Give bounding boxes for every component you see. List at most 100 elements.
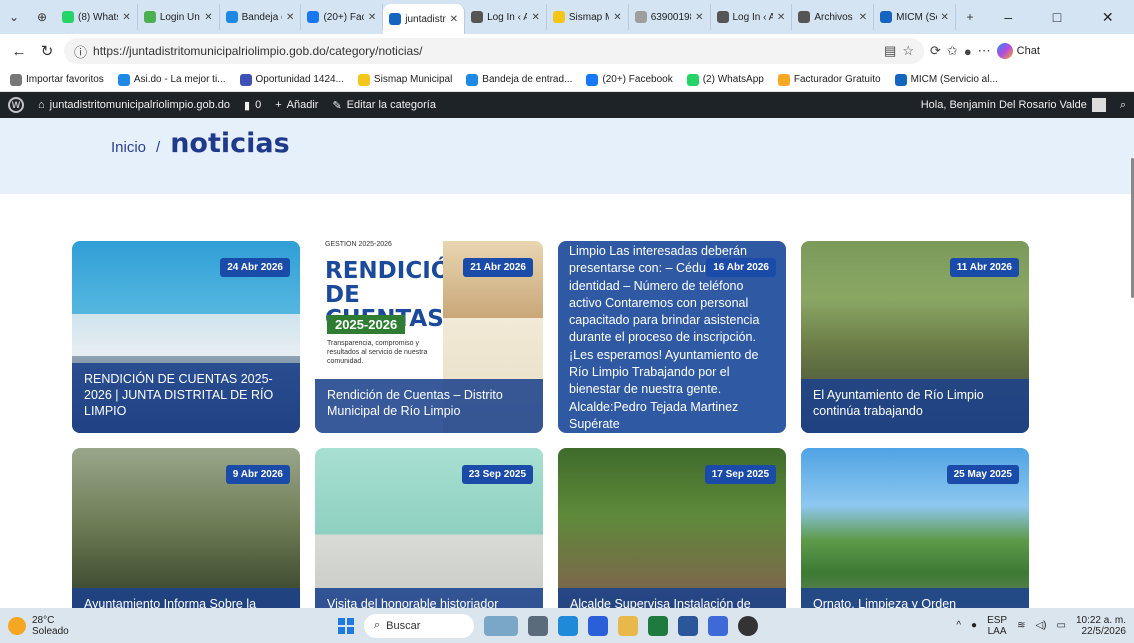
tray-app-icon[interactable]: ● [971, 620, 977, 631]
chevron-up-icon[interactable]: ^ [956, 620, 961, 631]
news-title[interactable]: Ayuntamiento Informa Sobre la [72, 588, 300, 608]
news-card[interactable]: 24 Abr 2026 RENDICIÓN DE CUENTAS 2025-20… [72, 241, 300, 433]
favorite-link[interactable]: Importar favoritos [10, 73, 104, 86]
favorite-link[interactable]: Sismap Municipal [357, 73, 452, 86]
dell-icon[interactable] [738, 615, 758, 636]
reader-icon[interactable]: ▤ [884, 43, 896, 59]
task-view-icon[interactable] [528, 615, 548, 636]
taskbar-search[interactable]: ⌕ Buscar [364, 613, 474, 638]
page-title: noticias [170, 128, 290, 159]
browser-tab[interactable]: Archivos ✕ [792, 4, 875, 30]
news-title[interactable]: Rendición de Cuentas – Distrito Municipa… [315, 379, 543, 433]
wifi-icon[interactable]: ≋ [1017, 620, 1025, 631]
file-explorer-icon[interactable] [618, 615, 638, 636]
site-info-icon[interactable]: ⓘ [74, 42, 87, 61]
news-title[interactable]: Visita del honorable historiador [315, 588, 543, 608]
word-icon[interactable] [678, 615, 698, 636]
favorite-star-icon[interactable]: ☆ [902, 43, 914, 59]
language-indicator[interactable]: ESP LAA [987, 615, 1007, 637]
more-menu-icon[interactable]: ⋯ [978, 43, 991, 59]
browser-tab[interactable]: juntadistrito ✕ [383, 4, 466, 34]
chrome-icon[interactable] [588, 615, 608, 636]
refresh-icon[interactable]: ↻ [36, 42, 58, 60]
news-card[interactable]: Limpio Las interesadas deberán presentar… [558, 241, 786, 433]
browser-tab[interactable]: Log In ‹ A ✕ [711, 4, 793, 30]
close-tab-icon[interactable]: ✕ [777, 12, 785, 23]
store-icon[interactable] [708, 615, 728, 636]
excel-icon[interactable] [648, 615, 668, 636]
widgets-icon[interactable] [484, 615, 518, 636]
close-tab-icon[interactable]: ✕ [941, 12, 949, 23]
profile-avatar-icon[interactable]: ● [964, 44, 972, 59]
date-badge: 11 Abr 2026 [949, 258, 1019, 277]
news-card[interactable]: 23 Sep 2025 Visita del honorable histori… [315, 448, 543, 608]
browser-tab[interactable]: Log In ‹ Ai ✕ [465, 4, 547, 30]
close-tab-icon[interactable]: ✕ [286, 12, 294, 23]
close-tab-icon[interactable]: ✕ [859, 12, 867, 23]
browser-tab[interactable]: (8) WhatsApp ✕ [56, 4, 138, 30]
browser-tab[interactable]: Bandeja de entrada ✕ [220, 4, 302, 30]
favorite-favicon-icon [686, 73, 699, 86]
back-icon[interactable]: ← [8, 43, 30, 60]
wp-edit-category-link[interactable]: ✎ Editar la categoría [332, 99, 436, 112]
comment-icon: ▮ [244, 99, 251, 112]
browser-tab[interactable]: Sismap M ✕ [547, 4, 629, 30]
tab-actions-chevron-icon[interactable]: ⌄ [0, 4, 28, 30]
browser-tab[interactable]: Login Unico ✕ [138, 4, 220, 30]
browser-tab[interactable]: 63900198 ✕ [629, 4, 711, 30]
restore-icon[interactable]: □ [1053, 9, 1061, 26]
close-window-icon[interactable]: ✕ [1102, 9, 1114, 26]
page-content: Inicio / noticias 24 Abr 2026 RENDICIÓN … [0, 118, 1134, 608]
favorite-favicon-icon [466, 73, 479, 86]
rendicion-kicker: GESTIÓN 2025-2026 [325, 241, 392, 248]
copilot-chat-button[interactable]: Chat [996, 43, 1040, 59]
volume-icon[interactable]: ◁) [1035, 620, 1046, 631]
favorite-link[interactable]: Asi.do - La mejor ti... [117, 73, 226, 86]
new-tab-button[interactable]: + [956, 4, 984, 30]
close-tab-icon[interactable]: ✕ [204, 12, 212, 23]
news-card[interactable]: GESTIÓN 2025-2026 RENDICIÓN DE CUENTAS 2… [315, 241, 543, 433]
wp-add-new-link[interactable]: + Añadir [275, 99, 318, 111]
close-tab-icon[interactable]: ✕ [368, 12, 376, 23]
clock[interactable]: 10:22 a. m. 22/5/2026 [1076, 615, 1126, 637]
news-card[interactable]: 25 May 2025 Ornato, Limpieza y Orden [801, 448, 1029, 608]
news-title[interactable]: El Ayuntamiento de Río Limpio continúa t… [801, 379, 1029, 433]
news-title[interactable]: RENDICIÓN DE CUENTAS 2025-2026 | JUNTA D… [72, 363, 300, 433]
favorites-icon[interactable]: ✩ [947, 43, 958, 59]
favorite-link[interactable]: Facturador Gratuito [777, 73, 881, 86]
wp-search-icon[interactable]: ⌕ [1120, 99, 1126, 112]
news-card[interactable]: 9 Abr 2026 Ayuntamiento Informa Sobre la [72, 448, 300, 608]
wordpress-logo-icon[interactable]: W [8, 97, 24, 113]
address-bar[interactable]: ⓘ https://juntadistritomunicipalriolimpi… [64, 38, 924, 64]
favorite-link[interactable]: Bandeja de entrad... [466, 73, 572, 86]
wp-site-link[interactable]: ⌂ juntadistritomunicipalriolimpio.gob.do [38, 99, 230, 111]
workspaces-icon[interactable]: ⊕ [28, 4, 56, 30]
close-tab-icon[interactable]: ✕ [613, 12, 621, 23]
start-icon[interactable] [338, 617, 354, 634]
news-card[interactable]: 11 Abr 2026 El Ayuntamiento de Río Limpi… [801, 241, 1029, 433]
close-tab-icon[interactable]: ✕ [450, 14, 458, 25]
minimize-icon[interactable]: – [1004, 9, 1012, 26]
edge-icon[interactable] [558, 615, 578, 636]
weather-widget[interactable]: 28°C Soleado [8, 615, 338, 637]
refresh-extension-icon[interactable]: ⟳ [930, 43, 941, 59]
close-tab-icon[interactable]: ✕ [531, 12, 539, 23]
favorite-link[interactable]: (2) WhatsApp [686, 73, 764, 86]
favorite-link[interactable]: Oportunidad 1424... [239, 73, 344, 86]
plus-icon: + [275, 99, 282, 111]
wp-account-menu[interactable]: Hola, Benjamín Del Rosario Valde [921, 98, 1106, 112]
close-tab-icon[interactable]: ✕ [695, 12, 703, 23]
breadcrumb-home-link[interactable]: Inicio [111, 139, 146, 156]
wp-comments-link[interactable]: ▮ 0 [244, 99, 261, 112]
news-card[interactable]: 17 Sep 2025 Alcalde Supervisa Instalació… [558, 448, 786, 608]
favorite-link[interactable]: (20+) Facebook [586, 73, 673, 86]
news-title[interactable]: Ornato, Limpieza y Orden [801, 588, 1029, 608]
url-text[interactable]: https://juntadistritomunicipalriolimpio.… [93, 44, 878, 58]
date-badge: 16 Abr 2026 [706, 258, 776, 277]
browser-tab[interactable]: MICM (Se ✕ [874, 4, 956, 30]
news-title[interactable]: Alcalde Supervisa Instalación de [558, 588, 786, 608]
close-tab-icon[interactable]: ✕ [122, 12, 130, 23]
battery-icon[interactable]: ▭ [1057, 620, 1066, 631]
favorite-link[interactable]: MICM (Servicio al... [894, 73, 998, 86]
browser-tab[interactable]: (20+) Facebook ✕ [301, 4, 384, 30]
